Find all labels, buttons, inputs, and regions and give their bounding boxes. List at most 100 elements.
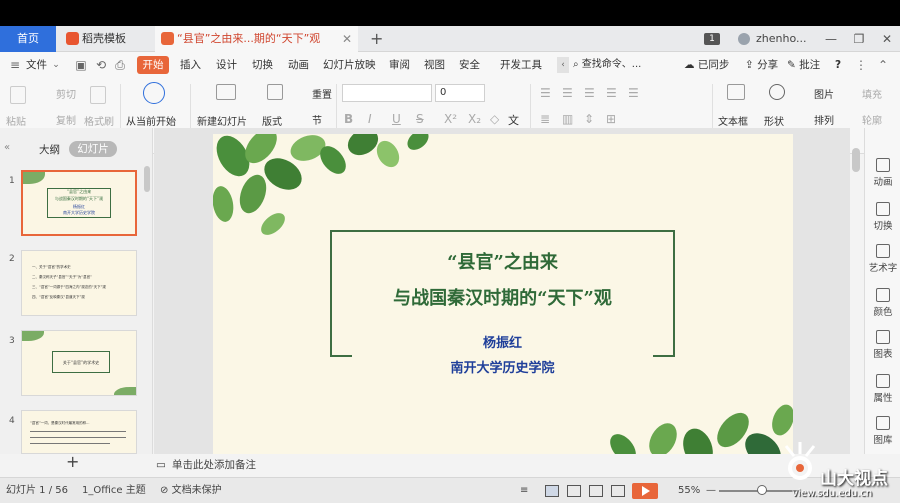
collapse-ribbon-icon[interactable]: ⌃ [876, 58, 890, 72]
panel-transition[interactable]: 切换 [865, 202, 900, 232]
menu-scroll-icon[interactable]: ‹ [557, 57, 569, 73]
outline-button[interactable]: 轮廓 [862, 112, 882, 127]
copy-button[interactable]: 复制 [56, 112, 76, 127]
add-tab-icon[interactable]: + [370, 26, 383, 52]
panel-chart[interactable]: 图表 [865, 330, 900, 360]
hamburger-icon[interactable]: ≡ [8, 58, 22, 72]
font-family-select[interactable] [342, 84, 432, 102]
menu-view[interactable]: 视图 [424, 52, 445, 78]
menu-design[interactable]: 设计 [216, 52, 237, 78]
menu-developer[interactable]: 开发工具 [500, 52, 542, 78]
command-search[interactable]: ⌕ 查找命令、... [573, 57, 657, 73]
menu-slideshow[interactable]: 幻灯片放映 [323, 52, 376, 78]
tab-outline[interactable]: 大纲 [39, 142, 60, 157]
panel-scrollbar[interactable] [144, 166, 150, 192]
section-button[interactable]: 节 [312, 112, 322, 127]
zoom-level[interactable]: 55% [678, 478, 700, 503]
panel-wordart[interactable]: 艺术字 [865, 244, 900, 274]
undo-history-icon[interactable]: ⟲ [94, 58, 108, 72]
superscript-icon[interactable]: X² [444, 112, 457, 126]
avatar[interactable] [738, 33, 750, 45]
add-slide-icon[interactable]: + [66, 452, 79, 471]
slide[interactable]: “县官”之由来 与战国秦汉时期的“天下”观 杨振红 南开大学历史学院 [213, 134, 793, 460]
paste-icon[interactable] [10, 86, 26, 104]
zoom-slider-handle[interactable] [757, 485, 767, 495]
reading-view-icon[interactable] [589, 485, 603, 497]
panel-properties[interactable]: 属性 [865, 374, 900, 404]
slide-thumbnail-2[interactable]: 一、关于“县官”的学术史 二、秦汉称天子“县官”“天子”为“县官” 三、“县官”… [21, 250, 137, 316]
note-toggle-icon[interactable]: ≡ [520, 478, 528, 503]
slide-thumbnail-3[interactable]: 关于“县官”的学术史 [21, 330, 137, 396]
share-button[interactable]: ⇪ 分享 [745, 52, 778, 78]
restore-icon[interactable]: ❐ [846, 26, 872, 52]
notes-bar[interactable]: ▭ 单击此处添加备注 [154, 454, 864, 477]
slide-institution[interactable]: 南开大学历史学院 [330, 357, 675, 376]
clear-format-icon[interactable]: ◇ [490, 112, 499, 126]
slide-title-line-1[interactable]: “县官”之由来 [330, 248, 675, 274]
text-direction-icon[interactable]: ⇕ [584, 112, 594, 126]
new-slide-button[interactable]: 新建幻灯片 [197, 113, 247, 128]
normal-view-icon[interactable] [545, 485, 559, 497]
slideshow-play-button[interactable] [632, 483, 658, 499]
menu-transition[interactable]: 切换 [252, 52, 273, 78]
theme-name[interactable]: 1_Office 主题 [82, 478, 146, 503]
more-icon[interactable]: ⋮ [854, 58, 868, 72]
protect-status[interactable]: ⊘ 文档未保护 [160, 478, 222, 503]
text-effects-button[interactable]: 文 [508, 112, 519, 128]
slide-thumbnail-4[interactable]: “县官”一词，是秦汉时代最常用的称... [21, 410, 137, 454]
tab-docer-templates[interactable]: 稻壳模板 [60, 26, 152, 52]
shape-icon[interactable] [769, 84, 785, 100]
line-spacing-icon[interactable]: ≣ [540, 112, 550, 126]
format-painter-icon[interactable] [90, 86, 106, 104]
comment-button[interactable]: ✎ 批注 [787, 52, 820, 78]
align-center-icon[interactable]: ☰ [562, 86, 573, 100]
italic-button[interactable]: I [368, 112, 372, 126]
from-current-button[interactable]: 从当前开始 [126, 113, 176, 128]
menu-security[interactable]: 安全 [459, 52, 480, 78]
save-icon[interactable]: ▣ [74, 58, 88, 72]
zoom-out-icon[interactable]: — [706, 478, 716, 503]
tab-slides[interactable]: 幻灯片 [69, 141, 117, 157]
menu-animation[interactable]: 动画 [288, 52, 309, 78]
distribute-icon[interactable]: ☰ [628, 86, 639, 100]
help-button[interactable]: ? [835, 52, 841, 78]
sync-status[interactable]: ☁ 已同步 [684, 52, 729, 78]
bold-button[interactable]: B [344, 112, 353, 126]
cut-button[interactable]: 剪切 [56, 86, 76, 101]
tab-current-document[interactable]: “县官”之由来...期的“天下”观 ✕ [155, 26, 358, 52]
align-left-icon[interactable]: ☰ [540, 86, 551, 100]
column-icon[interactable]: ▥ [562, 112, 573, 126]
font-size-select[interactable]: 0 [435, 84, 485, 102]
menu-review[interactable]: 审阅 [389, 52, 410, 78]
slide-title-line-2[interactable]: 与战国秦汉时期的“天下”观 [330, 284, 675, 310]
shape-button[interactable]: 形状 [764, 113, 784, 128]
panel-color[interactable]: 颜色 [865, 288, 900, 318]
layout-button[interactable]: 版式 [262, 113, 282, 128]
window-count-badge[interactable]: 1 [704, 33, 720, 45]
menu-start[interactable]: 开始 [137, 56, 169, 74]
sorter-view-icon[interactable] [567, 485, 581, 497]
textbox-icon[interactable] [727, 84, 745, 100]
print-icon[interactable]: ⎙ [113, 58, 127, 72]
textbox-button[interactable]: 文本框 [718, 113, 748, 128]
close-icon[interactable]: ✕ [342, 26, 352, 52]
slide-thumbnail-1[interactable]: “县官”之由来 与战国秦汉时期的“天下”观 杨振红 南开大学历史学院 [21, 170, 137, 236]
menu-insert[interactable]: 插入 [180, 52, 201, 78]
chevron-down-icon[interactable]: ⌄ [49, 58, 63, 72]
reset-button[interactable]: 重置 [312, 86, 332, 101]
canvas-scrollbar[interactable] [852, 148, 860, 172]
slide-author[interactable]: 杨振红 [330, 332, 675, 351]
fill-button[interactable]: 填充 [862, 86, 882, 101]
outline-view-icon[interactable] [611, 485, 625, 497]
panel-animation[interactable]: 动画 [865, 158, 900, 188]
align-right-icon[interactable]: ☰ [584, 86, 595, 100]
arrange-button[interactable]: 排列 [814, 112, 834, 127]
text-align-icon[interactable]: ⊞ [606, 112, 616, 126]
collapse-panel-icon[interactable]: « [4, 142, 10, 153]
tab-home[interactable]: 首页 [0, 26, 56, 52]
close-window-icon[interactable]: ✕ [874, 26, 900, 52]
menu-file[interactable]: 文件 [26, 52, 47, 78]
subscript-icon[interactable]: X₂ [468, 112, 481, 126]
strike-button[interactable]: S [416, 112, 424, 126]
user-name[interactable]: zhenho... [756, 26, 806, 52]
